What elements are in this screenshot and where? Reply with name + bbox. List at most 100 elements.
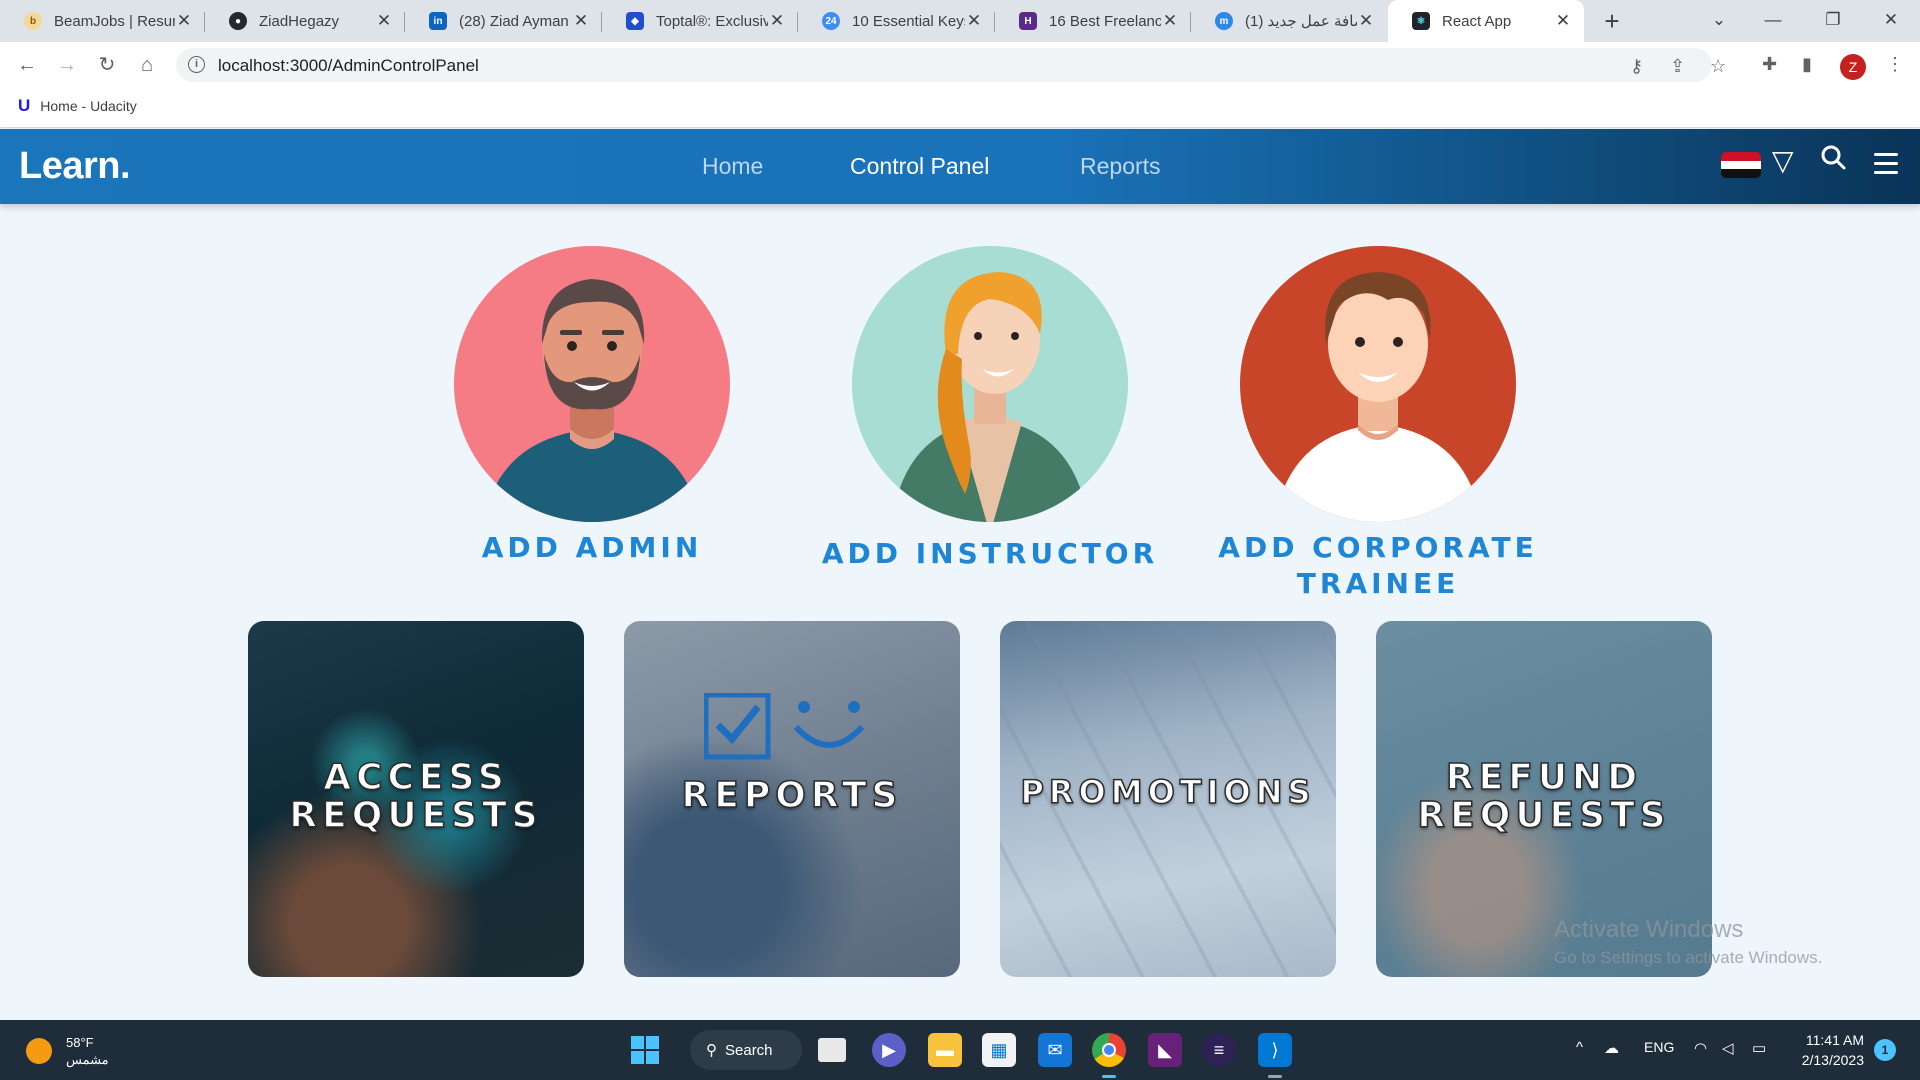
freelance-icon: H bbox=[1019, 12, 1037, 30]
instructor-avatar bbox=[852, 246, 1128, 522]
browser-tab[interactable]: m (1) إضافة عمل جديد ✕ bbox=[1191, 0, 1387, 42]
onedrive-icon[interactable]: ☁ bbox=[1604, 1039, 1619, 1057]
reload-icon[interactable]: ↻ bbox=[92, 50, 122, 80]
tab-title: 16 Best Freelance bbox=[1049, 12, 1161, 30]
add-corporate-label-line2[interactable]: TRAINEE bbox=[1208, 566, 1548, 602]
browser-tab-active[interactable]: ⚛ React App ✕ bbox=[1388, 0, 1584, 42]
hamburger-menu-icon[interactable] bbox=[1874, 153, 1898, 180]
url-text[interactable]: localhost:3000/AdminControlPanel bbox=[218, 56, 479, 76]
mostaql-icon: m bbox=[1215, 12, 1233, 30]
add-instructor-card[interactable]: ADD INSTRUCTOR bbox=[820, 244, 1160, 572]
restore-icon[interactable]: ❐ bbox=[1810, 0, 1856, 42]
volume-icon[interactable]: ◁ bbox=[1722, 1039, 1734, 1057]
key-icon[interactable]: ⚷ bbox=[1630, 56, 1643, 77]
search-icon[interactable] bbox=[1820, 144, 1846, 177]
taskbar-search[interactable]: ⚲ Search bbox=[690, 1030, 802, 1070]
udacity-icon: U bbox=[18, 96, 31, 115]
forward-icon[interactable]: → bbox=[52, 50, 82, 80]
bookmarks-bar: U Home - Udacity bbox=[0, 88, 1920, 128]
sun-icon bbox=[26, 1038, 52, 1064]
beamjobs-icon: b bbox=[24, 12, 42, 30]
battery-icon[interactable]: ▭ bbox=[1752, 1039, 1766, 1057]
promotions-tile[interactable]: PROMOTIONS bbox=[1000, 621, 1336, 977]
teams-chat-icon[interactable]: ▶ bbox=[872, 1033, 906, 1067]
bookmark-udacity[interactable]: U Home - Udacity bbox=[18, 96, 137, 116]
menu-dots-icon[interactable]: ⋮ bbox=[1886, 54, 1904, 75]
windows-taskbar: 58°F مشمس ⚲ Search ▶ ▬ ▦ ✉ ◣ ≡ ⟩ ^ ☁ ENG… bbox=[0, 1020, 1920, 1080]
weather-temp: 58°F bbox=[66, 1035, 94, 1050]
close-window-icon[interactable]: ✕ bbox=[1868, 0, 1914, 42]
weather-widget[interactable]: 58°F مشمس bbox=[26, 1034, 109, 1068]
checkbox-smiley-icon bbox=[704, 693, 865, 760]
back-icon[interactable]: ← bbox=[12, 50, 42, 80]
access-requests-tile[interactable]: ACCESS REQUESTS bbox=[248, 621, 584, 977]
show-hidden-icons-chevron[interactable]: ^ bbox=[1576, 1039, 1583, 1056]
site-info-icon[interactable]: i bbox=[188, 56, 205, 73]
clock-date: 2/13/2023 bbox=[1801, 1052, 1864, 1068]
nav-home[interactable]: Home bbox=[702, 153, 763, 180]
close-icon[interactable]: ✕ bbox=[1161, 11, 1179, 31]
nav-control-panel[interactable]: Control Panel bbox=[850, 153, 989, 180]
vscode-running-indicator bbox=[1268, 1075, 1282, 1078]
eclipse-icon[interactable]: ≡ bbox=[1202, 1033, 1236, 1067]
mail-icon[interactable]: ✉ bbox=[1038, 1033, 1072, 1067]
browser-tab[interactable]: in (28) Ziad Ayman | ✕ bbox=[405, 0, 602, 42]
tab-search-chevron-icon[interactable]: ⌄ bbox=[1696, 0, 1742, 42]
notification-badge[interactable]: 1 bbox=[1874, 1039, 1896, 1061]
browser-tab[interactable]: 24 10 Essential Keys ✕ bbox=[798, 0, 995, 42]
extensions-icon[interactable]: ✚ bbox=[1762, 54, 1777, 75]
share-icon[interactable]: ⇪ bbox=[1670, 56, 1685, 77]
microsoft-store-icon[interactable]: ▦ bbox=[982, 1033, 1016, 1067]
taskbar-search-label: Search bbox=[725, 1041, 773, 1059]
file-explorer-icon[interactable]: ▬ bbox=[928, 1033, 962, 1067]
access-requests-line1: ACCESS bbox=[322, 757, 509, 798]
visual-studio-icon[interactable]: ◣ bbox=[1148, 1033, 1182, 1067]
windows-start-icon[interactable] bbox=[628, 1033, 662, 1067]
tab-title: Toptal®: Exclusive bbox=[656, 12, 768, 30]
clock-time: 11:41 AM bbox=[1805, 1032, 1864, 1048]
bookmark-star-icon[interactable]: ☆ bbox=[1710, 56, 1726, 77]
browser-tab[interactable]: H 16 Best Freelance ✕ bbox=[995, 0, 1191, 42]
close-icon[interactable]: ✕ bbox=[768, 11, 786, 31]
chrome-icon[interactable] bbox=[1092, 1033, 1126, 1067]
side-panel-icon[interactable]: ▮ bbox=[1802, 54, 1812, 75]
add-admin-label[interactable]: ADD ADMIN bbox=[438, 530, 746, 566]
browser-tab[interactable]: ● ZiadHegazy ✕ bbox=[205, 0, 405, 42]
home-icon[interactable]: ⌂ bbox=[132, 50, 162, 80]
new-tab-button[interactable]: + bbox=[1597, 6, 1627, 36]
close-icon[interactable]: ✕ bbox=[375, 11, 393, 31]
system-clock[interactable]: 11:41 AM 2/13/2023 bbox=[1792, 1030, 1864, 1070]
app-navbar: Learn. Home Control Panel Reports bbox=[0, 129, 1920, 204]
close-icon[interactable]: ✕ bbox=[1357, 11, 1375, 31]
browser-tab[interactable]: b BeamJobs | Resum ✕ bbox=[0, 0, 205, 42]
add-instructor-label[interactable]: ADD INSTRUCTOR bbox=[820, 536, 1160, 572]
profile-avatar[interactable]: Z bbox=[1840, 54, 1866, 80]
tab-title: React App bbox=[1442, 12, 1512, 30]
tab-title: 10 Essential Keys bbox=[852, 12, 965, 30]
react-icon: ⚛ bbox=[1412, 12, 1430, 30]
article-icon: 24 bbox=[822, 12, 840, 30]
dropdown-triangle-icon[interactable]: ▽ bbox=[1772, 144, 1794, 177]
language-indicator[interactable]: ENG bbox=[1644, 1039, 1674, 1055]
wifi-icon[interactable]: ◠ bbox=[1694, 1039, 1707, 1057]
add-corporate-label-line1[interactable]: ADD CORPORATE bbox=[1208, 530, 1548, 566]
bookmark-label: Home - Udacity bbox=[40, 98, 137, 114]
app-logo[interactable]: Learn. bbox=[19, 145, 131, 188]
browser-tab[interactable]: ◆ Toptal®: Exclusive ✕ bbox=[602, 0, 798, 42]
close-icon[interactable]: ✕ bbox=[965, 11, 983, 31]
close-icon[interactable]: ✕ bbox=[572, 11, 590, 31]
task-view-icon[interactable] bbox=[818, 1038, 846, 1062]
nav-reports[interactable]: Reports bbox=[1080, 153, 1161, 180]
close-icon[interactable]: ✕ bbox=[175, 11, 193, 31]
add-admin-card[interactable]: ADD ADMIN bbox=[438, 244, 746, 566]
address-bar[interactable]: i localhost:3000/AdminControlPanel ⚷ ⇪ ☆ bbox=[176, 48, 1726, 82]
egypt-flag-icon[interactable] bbox=[1721, 152, 1761, 178]
minimize-icon[interactable]: — bbox=[1750, 0, 1796, 42]
watermark-title: Activate Windows bbox=[1554, 916, 1744, 943]
reports-tile[interactable]: REPORTS bbox=[624, 621, 960, 977]
tab-title: (28) Ziad Ayman | bbox=[459, 12, 572, 30]
promotions-label: PROMOTIONS bbox=[1020, 772, 1316, 812]
close-icon[interactable]: ✕ bbox=[1554, 11, 1572, 31]
add-corporate-trainee-card[interactable]: ADD CORPORATE TRAINEE bbox=[1208, 244, 1548, 602]
vscode-icon[interactable]: ⟩ bbox=[1258, 1033, 1292, 1067]
